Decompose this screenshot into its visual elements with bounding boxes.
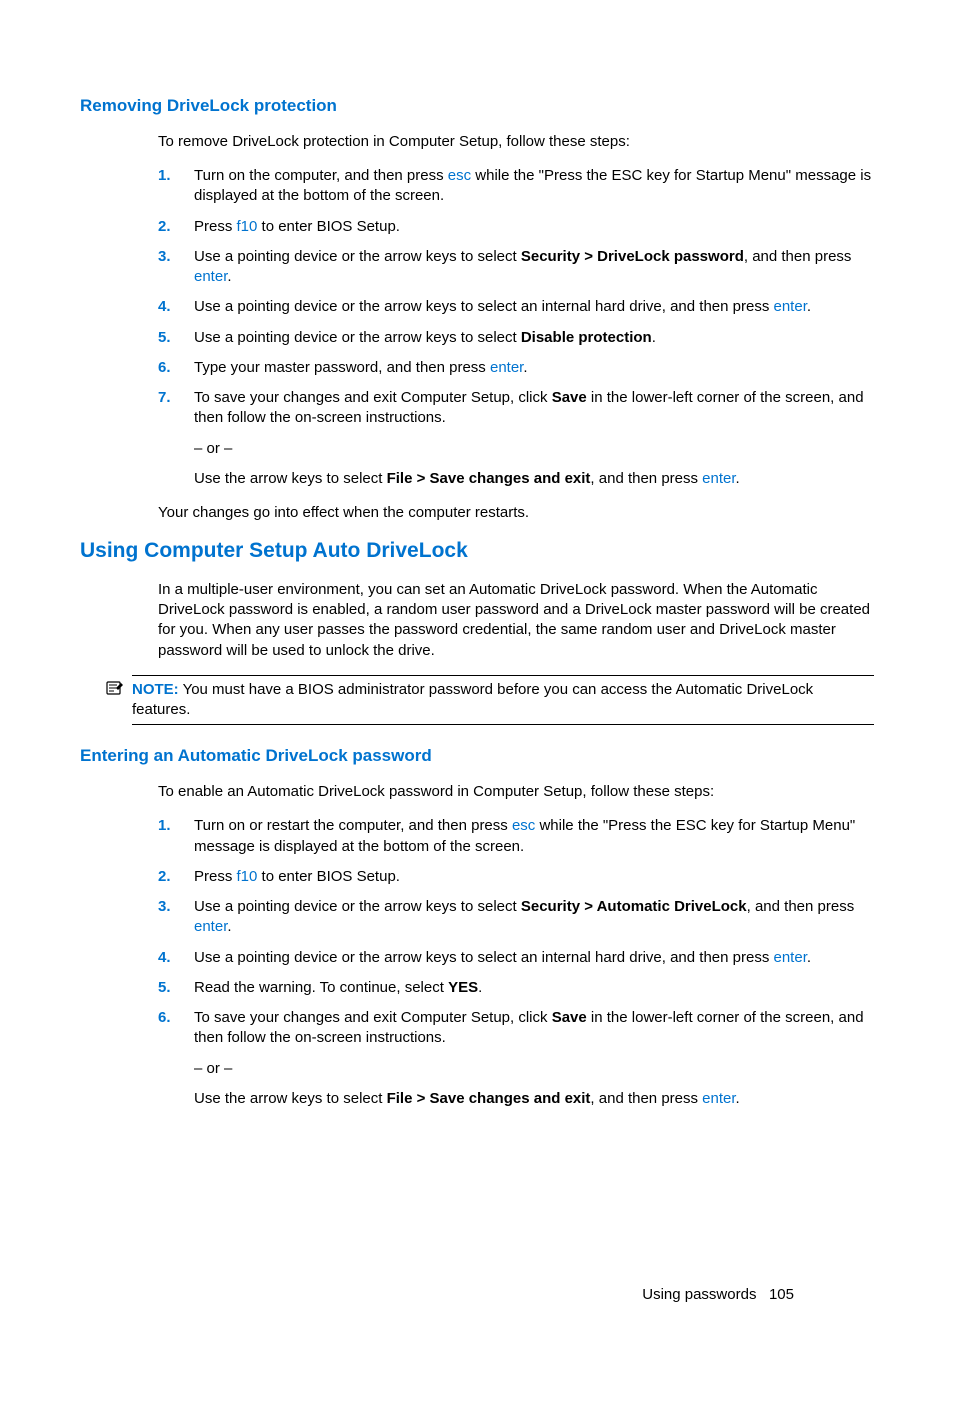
step-number: 7. <box>158 388 171 408</box>
heading-entering-auto-drivelock: Entering an Automatic DriveLock password <box>80 745 874 768</box>
page-footer: Using passwords 105 <box>642 1285 794 1305</box>
step-text: Use the arrow keys to select <box>194 1090 387 1107</box>
list-item: 2. Press f10 to enter BIOS Setup. <box>158 867 874 887</box>
or-divider: – or – <box>194 1059 874 1079</box>
list-item: 1. Turn on or restart the computer, and … <box>158 816 874 857</box>
step-text: Type your master password, and then pres… <box>194 359 490 376</box>
step-text: Use a pointing device or the arrow keys … <box>194 949 774 966</box>
step-number: 1. <box>158 816 171 836</box>
key-f10: f10 <box>237 868 258 885</box>
step-number: 5. <box>158 978 171 998</box>
step-text: . <box>227 918 231 935</box>
step-text: Use a pointing device or the arrow keys … <box>194 898 521 915</box>
list-item: 5. Use a pointing device or the arrow ke… <box>158 328 874 348</box>
bold-text: Save <box>552 389 587 406</box>
heading-removing-drivelock: Removing DriveLock protection <box>80 95 874 118</box>
list-item: 6. Type your master password, and then p… <box>158 358 874 378</box>
step-text: , and then press <box>747 898 855 915</box>
key-enter: enter <box>702 1090 735 1107</box>
list-item: 5. Read the warning. To continue, select… <box>158 978 874 998</box>
step-text: To save your changes and exit Computer S… <box>194 389 552 406</box>
key-esc: esc <box>512 817 535 834</box>
step-alt: Use the arrow keys to select File > Save… <box>194 469 874 489</box>
list-item: 1. Turn on the computer, and then press … <box>158 166 874 207</box>
step-text: . <box>478 979 482 996</box>
step-number: 1. <box>158 166 171 186</box>
key-enter: enter <box>774 949 807 966</box>
list-item: 3. Use a pointing device or the arrow ke… <box>158 897 874 938</box>
bold-text: File > Save changes and exit <box>387 1090 591 1107</box>
step-text: Turn on the computer, and then press <box>194 167 448 184</box>
step-number: 4. <box>158 297 171 317</box>
step-text: Turn on or restart the computer, and the… <box>194 817 512 834</box>
intro-paragraph: To enable an Automatic DriveLock passwor… <box>158 782 874 802</box>
list-item: 4. Use a pointing device or the arrow ke… <box>158 297 874 317</box>
steps-list-2: 1. Turn on or restart the computer, and … <box>158 816 874 1109</box>
heading-auto-drivelock: Using Computer Setup Auto DriveLock <box>80 537 874 565</box>
note-icon <box>106 680 124 702</box>
list-item: 2. Press f10 to enter BIOS Setup. <box>158 217 874 237</box>
key-enter: enter <box>194 268 227 285</box>
step-text: Press <box>194 868 237 885</box>
step-text: To save your changes and exit Computer S… <box>194 1009 552 1026</box>
step-text: Read the warning. To continue, select <box>194 979 448 996</box>
key-enter: enter <box>490 359 523 376</box>
step-text: Use a pointing device or the arrow keys … <box>194 248 521 265</box>
step-alt: Use the arrow keys to select File > Save… <box>194 1089 874 1109</box>
list-item: 7. To save your changes and exit Compute… <box>158 388 874 489</box>
page-number: 105 <box>769 1286 794 1303</box>
note-block: NOTE: You must have a BIOS administrator… <box>132 675 874 726</box>
step-text: to enter BIOS Setup. <box>257 218 400 235</box>
step-number: 2. <box>158 867 171 887</box>
or-divider: – or – <box>194 439 874 459</box>
intro-paragraph: To remove DriveLock protection in Comput… <box>158 132 874 152</box>
step-number: 2. <box>158 217 171 237</box>
note-text: You must have a BIOS administrator passw… <box>132 681 813 718</box>
step-text: to enter BIOS Setup. <box>257 868 400 885</box>
footer-label: Using passwords <box>642 1286 756 1303</box>
step-text: . <box>227 268 231 285</box>
list-item: 3. Use a pointing device or the arrow ke… <box>158 247 874 288</box>
step-text: . <box>523 359 527 376</box>
step-number: 4. <box>158 948 171 968</box>
step-text: Use a pointing device or the arrow keys … <box>194 329 521 346</box>
step-text: , and then press <box>590 1090 702 1107</box>
outro-paragraph: Your changes go into effect when the com… <box>158 503 874 523</box>
bold-text: Disable protection <box>521 329 652 346</box>
step-text: Use a pointing device or the arrow keys … <box>194 298 774 315</box>
bold-text: Security > Automatic DriveLock <box>521 898 747 915</box>
key-esc: esc <box>448 167 471 184</box>
bold-text: Security > DriveLock password <box>521 248 744 265</box>
key-enter: enter <box>194 918 227 935</box>
list-item: 6. To save your changes and exit Compute… <box>158 1008 874 1109</box>
key-enter: enter <box>702 470 735 487</box>
step-number: 5. <box>158 328 171 348</box>
step-number: 3. <box>158 897 171 917</box>
steps-list-1: 1. Turn on the computer, and then press … <box>158 166 874 489</box>
step-text: . <box>807 949 811 966</box>
step-text: , and then press <box>744 248 852 265</box>
bold-text: YES <box>448 979 478 996</box>
step-number: 3. <box>158 247 171 267</box>
intro-paragraph: In a multiple-user environment, you can … <box>158 580 874 661</box>
step-text: Use the arrow keys to select <box>194 470 387 487</box>
step-text: , and then press <box>590 470 702 487</box>
list-item: 4. Use a pointing device or the arrow ke… <box>158 948 874 968</box>
step-text: . <box>652 329 656 346</box>
step-text: . <box>807 298 811 315</box>
step-number: 6. <box>158 358 171 378</box>
bold-text: File > Save changes and exit <box>387 470 591 487</box>
key-enter: enter <box>774 298 807 315</box>
bold-text: Save <box>552 1009 587 1026</box>
step-number: 6. <box>158 1008 171 1028</box>
step-text: Press <box>194 218 237 235</box>
step-text: . <box>736 470 740 487</box>
key-f10: f10 <box>237 218 258 235</box>
step-text: . <box>736 1090 740 1107</box>
note-label: NOTE: <box>132 681 179 698</box>
